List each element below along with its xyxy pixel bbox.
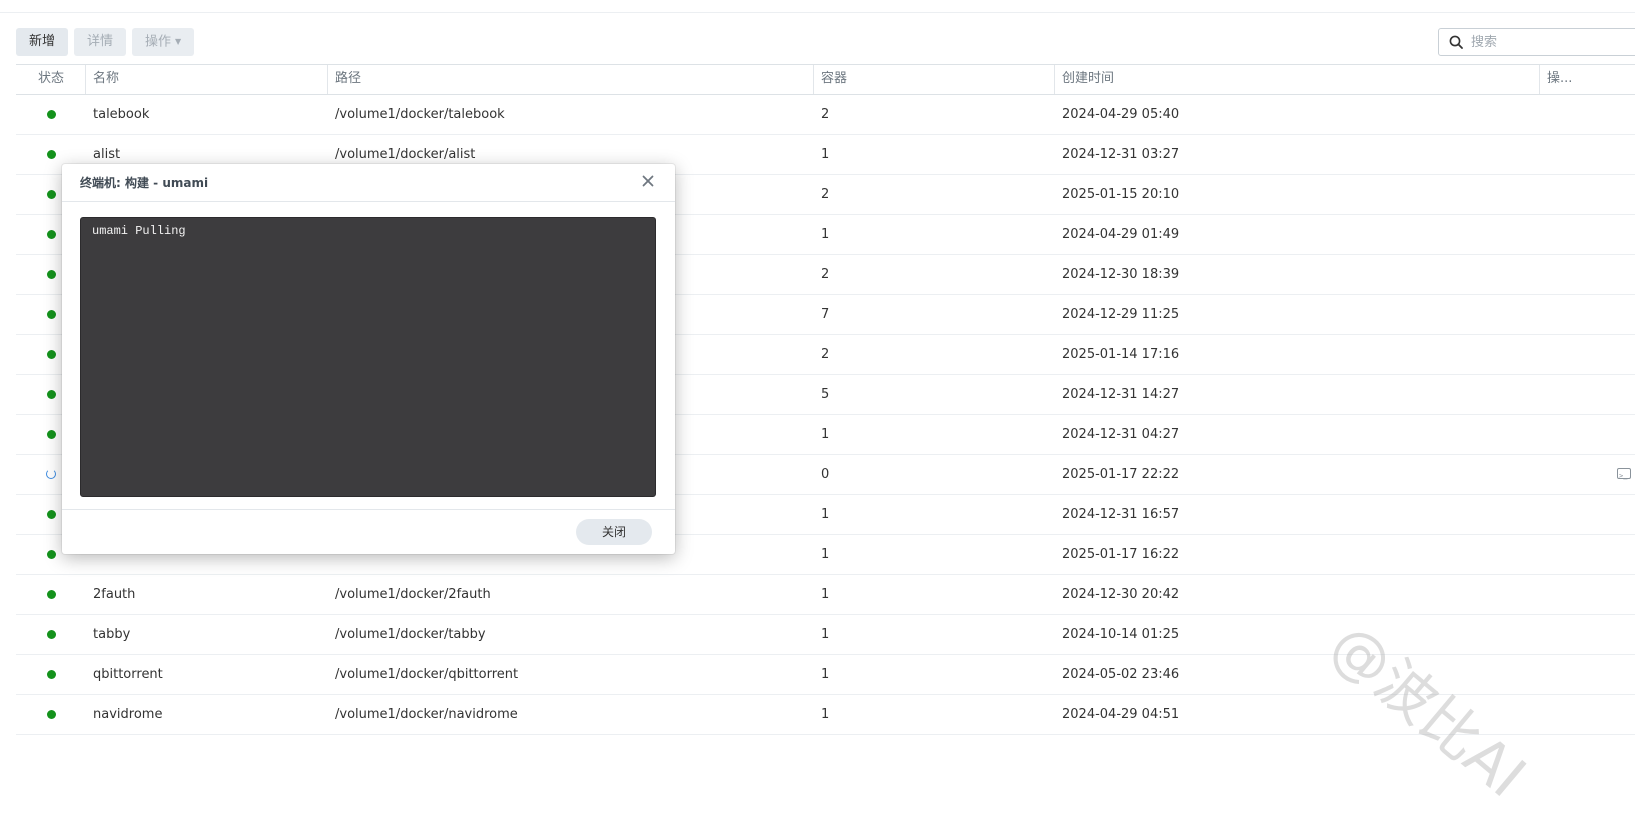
created-cell: 2024-12-31 03:27 (1062, 147, 1180, 162)
created-cell: 2025-01-17 22:22 (1062, 467, 1180, 482)
actions-label: 操作 (145, 34, 172, 50)
dialog-divider-bottom (62, 509, 675, 510)
table-row[interactable]: talebook/volume1/docker/talebook 2 2024-04… (16, 95, 1635, 135)
containers-cell: 2 (821, 347, 830, 362)
containers-cell: 1 (821, 427, 830, 442)
containers-cell: 1 (821, 547, 830, 562)
created-cell: 2024-12-30 18:39 (1062, 267, 1180, 282)
status-running-icon (47, 270, 56, 279)
terminal-dialog: 终端机: 构建 - umami umami Pulling 关闭 (62, 164, 675, 554)
table-row[interactable]: tabby/volume1/docker/tabby 1 2024-10-14 01… (16, 615, 1635, 655)
name-cell: talebook (93, 107, 150, 122)
search-icon (1449, 35, 1463, 49)
path-cell: /volume1/docker/tabby (335, 627, 486, 642)
created-cell: 2025-01-15 20:10 (1062, 187, 1180, 202)
path-cell: /volume1/docker/2fauth (335, 587, 491, 602)
status-running-icon (47, 310, 56, 319)
status-running-icon (47, 430, 56, 439)
search-box[interactable] (1438, 28, 1635, 56)
status-running-icon (47, 510, 56, 519)
created-cell: 2024-10-14 01:25 (1062, 627, 1180, 642)
containers-cell: 1 (821, 627, 830, 642)
table-row[interactable]: navidrome/volume1/docker/navidrome 1 2024-… (16, 695, 1635, 735)
created-cell: 2024-04-29 05:40 (1062, 107, 1180, 122)
name-cell: 2fauth (93, 587, 136, 602)
created-cell: 2025-01-17 16:22 (1062, 547, 1180, 562)
status-running-icon (47, 590, 56, 599)
details-button[interactable]: 详情 (74, 28, 127, 56)
created-cell: 2024-12-31 04:27 (1062, 427, 1180, 442)
path-cell: /volume1/docker/qbittorrent (335, 667, 519, 682)
status-running-icon (47, 150, 56, 159)
containers-cell: 0 (821, 467, 830, 482)
status-running-icon (47, 190, 56, 199)
containers-cell: 1 (821, 707, 830, 722)
add-button[interactable]: 新增 (16, 28, 69, 56)
status-running-icon (47, 390, 56, 399)
created-cell: 2024-12-29 11:25 (1062, 307, 1180, 322)
name-cell: navidrome (93, 707, 163, 722)
containers-cell: 1 (821, 147, 830, 162)
containers-cell: 2 (821, 107, 830, 122)
column-header-containers[interactable]: 容器 (813, 65, 1054, 94)
status-running-icon (47, 710, 56, 719)
dialog-divider-top (62, 201, 675, 202)
status-running-icon (47, 350, 56, 359)
actions-dropdown-button[interactable]: 操作 ▼ (132, 28, 195, 56)
path-cell: /volume1/docker/talebook (335, 107, 505, 122)
created-cell: 2024-12-31 16:57 (1062, 507, 1180, 522)
created-cell: 2025-01-14 17:16 (1062, 347, 1180, 362)
containers-cell: 7 (821, 307, 830, 322)
created-cell: 2024-12-31 14:27 (1062, 387, 1180, 402)
table-row[interactable]: 2fauth/volume1/docker/2fauth 1 2024-12-30 … (16, 575, 1635, 615)
status-building-icon (46, 469, 56, 479)
created-cell: 2024-04-29 01:49 (1062, 227, 1180, 242)
created-cell: 2024-05-02 23:46 (1062, 667, 1180, 682)
terminal-output[interactable]: umami Pulling (80, 217, 656, 497)
close-icon[interactable] (640, 173, 656, 189)
path-cell: /volume1/docker/navidrome (335, 707, 518, 722)
caret-down-icon: ▼ (175, 37, 182, 46)
column-header-path[interactable]: 路径 (327, 65, 813, 94)
column-header-status[interactable]: 状态 (16, 65, 84, 94)
terminal-icon[interactable] (1617, 457, 1631, 496)
containers-cell: 1 (821, 507, 830, 522)
status-running-icon (47, 630, 56, 639)
containers-cell: 1 (821, 227, 830, 242)
created-cell: 2024-12-30 20:42 (1062, 587, 1180, 602)
name-cell: tabby (93, 627, 131, 642)
created-cell: 2024-04-29 04:51 (1062, 707, 1180, 722)
table-row[interactable]: qbittorrent/volume1/docker/qbittorrent 1 2… (16, 655, 1635, 695)
containers-cell: 5 (821, 387, 830, 402)
status-running-icon (47, 230, 56, 239)
dialog-title: 终端机: 构建 - umami (80, 176, 209, 190)
column-header-created[interactable]: 创建时间 (1054, 65, 1539, 94)
toolbar: 新增 详情 操作 ▼ (16, 28, 195, 56)
containers-cell: 2 (821, 187, 830, 202)
dialog-close-button[interactable]: 关闭 (576, 519, 652, 545)
status-running-icon (47, 670, 56, 679)
table-header: 状态 名称 路径 容器 创建时间 操... (16, 64, 1635, 95)
column-header-actions[interactable]: 操... (1539, 65, 1635, 94)
containers-cell: 1 (821, 667, 830, 682)
column-header-name[interactable]: 名称 (85, 65, 327, 94)
status-running-icon (47, 110, 56, 119)
search-input[interactable] (1469, 33, 1623, 51)
containers-cell: 1 (821, 587, 830, 602)
status-running-icon (47, 550, 56, 559)
name-cell: qbittorrent (93, 667, 163, 682)
top-divider (0, 12, 1635, 13)
containers-cell: 2 (821, 267, 830, 282)
